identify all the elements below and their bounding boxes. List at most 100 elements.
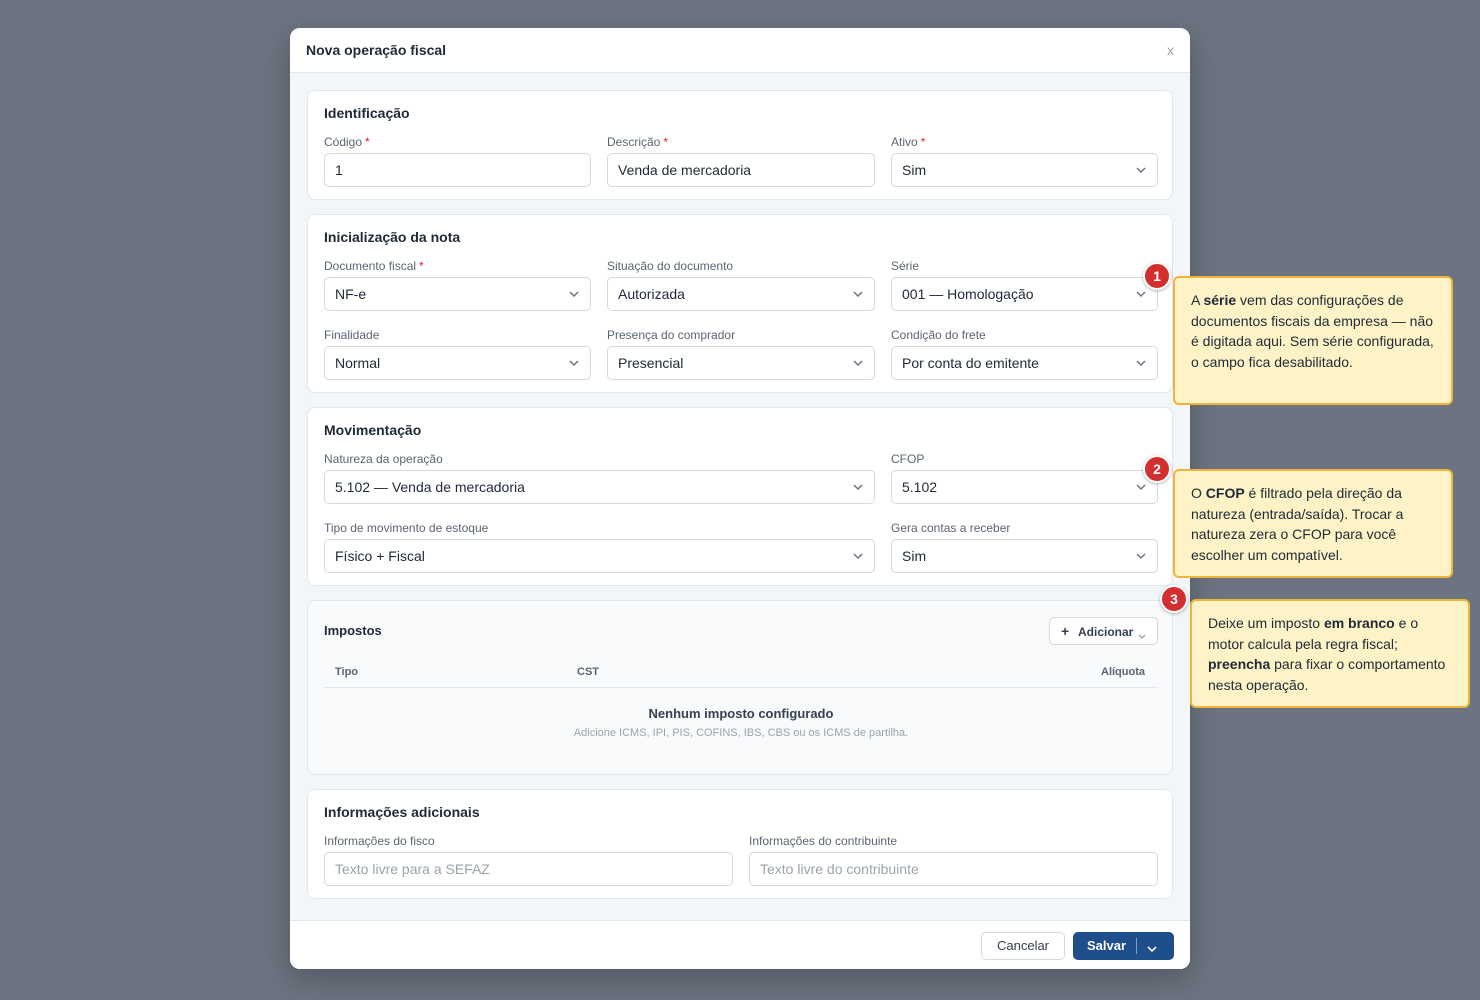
descricao-label: Descrição bbox=[607, 135, 661, 149]
section-inicializacao: Inicialização da nota Documento fiscal * … bbox=[307, 214, 1173, 393]
annotation-marker-3: 3 bbox=[1160, 585, 1188, 613]
annotation-callout-2: O CFOP é filtrado pela direção da nature… bbox=[1173, 469, 1453, 578]
tipo-movimento-select[interactable]: Físico + Fiscal bbox=[324, 539, 875, 573]
cfop-value: 5.102 bbox=[902, 479, 938, 495]
finalidade-select[interactable]: Normal bbox=[324, 346, 591, 380]
situacao-select[interactable]: Autorizada bbox=[607, 277, 875, 311]
plus-icon: + bbox=[1061, 623, 1070, 639]
ativo-select[interactable]: Sim bbox=[891, 153, 1158, 187]
table-divider bbox=[324, 687, 1158, 688]
field-cfop: CFOP 5.102 bbox=[891, 452, 1158, 504]
serie-label: Série bbox=[891, 259, 920, 273]
annotation-marker-2: 2 bbox=[1143, 455, 1171, 483]
callout-emphasis: em branco bbox=[1323, 615, 1395, 631]
cfop-label: CFOP bbox=[891, 452, 925, 466]
field-tipo-movimento: Tipo de movimento de estoque Físico + Fi… bbox=[324, 521, 875, 573]
empty-state-subtitle: Adicione ICMS, IPI, PIS, COFINS, IBS, CB… bbox=[573, 727, 909, 739]
field-info-contribuinte: Informações do contribuinte Texto livre … bbox=[749, 834, 1158, 886]
section-title-informacoes: Informações adicionais bbox=[324, 804, 480, 820]
chevron-down-icon bbox=[1137, 628, 1147, 639]
section-informacoes: Informações adicionais Informações do fi… bbox=[307, 789, 1173, 899]
finalidade-value: Normal bbox=[335, 355, 381, 371]
modal-header: Nova operação fiscal x bbox=[290, 28, 1190, 73]
field-ativo: Ativo * Sim bbox=[891, 135, 1158, 187]
column-header-aliquota: Alíquota bbox=[1101, 666, 1145, 678]
tipo-movimento-label: Tipo de movimento de estoque bbox=[324, 521, 489, 535]
frete-select[interactable]: Por conta do emitente bbox=[891, 346, 1158, 380]
codigo-input[interactable]: 1 bbox=[324, 153, 591, 187]
callout-emphasis: série bbox=[1203, 292, 1237, 308]
chevron-down-icon bbox=[568, 358, 580, 368]
frete-value: Por conta do emitente bbox=[902, 355, 1039, 371]
situacao-value: Autorizada bbox=[618, 286, 685, 302]
codigo-label: Código bbox=[324, 135, 363, 149]
save-button-label: Salvar bbox=[1087, 938, 1127, 953]
chevron-down-icon bbox=[852, 289, 864, 299]
field-presenca: Presença do comprador Presencial bbox=[607, 328, 875, 380]
natureza-label: Natureza da operação bbox=[324, 452, 443, 466]
ativo-label: Ativo bbox=[891, 135, 918, 149]
empty-state-title: Nenhum imposto configurado bbox=[648, 706, 834, 721]
presenca-value: Presencial bbox=[618, 355, 684, 371]
callout-text: A bbox=[1191, 292, 1204, 308]
modal-dialog: Nova operação fiscal x Identificação Cód… bbox=[290, 28, 1190, 969]
section-title-impostos: Impostos bbox=[324, 623, 382, 638]
required-mark: * bbox=[663, 135, 669, 149]
add-imposto-label: Adicionar bbox=[1078, 625, 1134, 639]
column-header-tipo: Tipo bbox=[335, 666, 359, 678]
chevron-down-icon bbox=[1135, 358, 1147, 368]
chevron-down-icon bbox=[852, 551, 864, 561]
ativo-value: Sim bbox=[902, 162, 927, 178]
field-finalidade: Finalidade Normal bbox=[324, 328, 591, 380]
natureza-value: 5.102 — Venda de mercadoria bbox=[335, 479, 525, 495]
field-info-fisco: Informações do fisco Texto livre para a … bbox=[324, 834, 733, 886]
chevron-down-icon[interactable] bbox=[1146, 941, 1158, 953]
field-frete: Condição do frete Por conta do emitente bbox=[891, 328, 1158, 380]
serie-select[interactable]: 001 — Homologação bbox=[891, 277, 1158, 311]
field-codigo: Código * 1 bbox=[324, 135, 591, 187]
situacao-label: Situação do documento bbox=[607, 259, 734, 273]
modal-footer: Cancelar Salvar bbox=[290, 920, 1190, 969]
chevron-down-icon bbox=[1135, 165, 1147, 175]
documento-fiscal-select[interactable]: NF-e bbox=[324, 277, 591, 311]
section-title-movimentacao: Movimentação bbox=[324, 422, 422, 438]
required-mark: * bbox=[419, 259, 424, 273]
save-button[interactable]: Salvar bbox=[1073, 932, 1174, 960]
presenca-label: Presença do comprador bbox=[607, 328, 736, 342]
tipo-movimento-value: Físico + Fiscal bbox=[335, 548, 425, 564]
section-movimentacao: Movimentação Natureza da operação 5.102 … bbox=[307, 407, 1173, 586]
gera-contas-select[interactable]: Sim bbox=[891, 539, 1158, 573]
cfop-select[interactable]: 5.102 bbox=[891, 470, 1158, 504]
info-fisco-input[interactable]: Texto livre para a SEFAZ bbox=[324, 852, 733, 886]
gera-contas-label: Gera contas a receber bbox=[891, 521, 1011, 535]
column-header-cst: CST bbox=[577, 666, 599, 678]
documento-fiscal-value: NF-e bbox=[335, 286, 367, 302]
close-icon[interactable]: x bbox=[1167, 42, 1174, 58]
presenca-select[interactable]: Presencial bbox=[607, 346, 875, 380]
frete-label: Condição do frete bbox=[891, 328, 986, 342]
info-fisco-label: Informações do fisco bbox=[324, 834, 435, 848]
callout-text: O bbox=[1191, 485, 1206, 501]
cancel-button[interactable]: Cancelar bbox=[981, 932, 1065, 960]
finalidade-label: Finalidade bbox=[324, 328, 380, 342]
annotation-marker-1: 1 bbox=[1143, 262, 1171, 290]
required-mark: * bbox=[920, 135, 926, 149]
annotation-callout-1: A série vem das configurações de documen… bbox=[1173, 276, 1453, 405]
callout-text: Deixe um imposto bbox=[1208, 615, 1324, 631]
info-contribuinte-input[interactable]: Texto livre do contribuinte bbox=[749, 852, 1158, 886]
chevron-down-icon bbox=[1135, 551, 1147, 561]
callout-emphasis: CFOP bbox=[1205, 485, 1245, 501]
field-natureza: Natureza da operação 5.102 — Venda de me… bbox=[324, 452, 875, 504]
info-contribuinte-label: Informações do contribuinte bbox=[749, 834, 898, 848]
add-imposto-button[interactable]: + Adicionar bbox=[1049, 617, 1158, 645]
section-impostos: Impostos + Adicionar Tipo CST Alíquota N… bbox=[307, 600, 1173, 775]
documento-fiscal-label: Documento fiscal bbox=[324, 259, 417, 273]
chevron-down-icon bbox=[852, 482, 864, 492]
descricao-input[interactable]: Venda de mercadoria bbox=[607, 153, 875, 187]
natureza-select[interactable]: 5.102 — Venda de mercadoria bbox=[324, 470, 875, 504]
field-documento-fiscal: Documento fiscal * NF-e bbox=[324, 259, 591, 311]
serie-value: 001 — Homologação bbox=[902, 286, 1034, 302]
save-button-separator bbox=[1136, 938, 1137, 954]
field-situacao: Situação do documento Autorizada bbox=[607, 259, 875, 311]
chevron-down-icon bbox=[852, 358, 864, 368]
